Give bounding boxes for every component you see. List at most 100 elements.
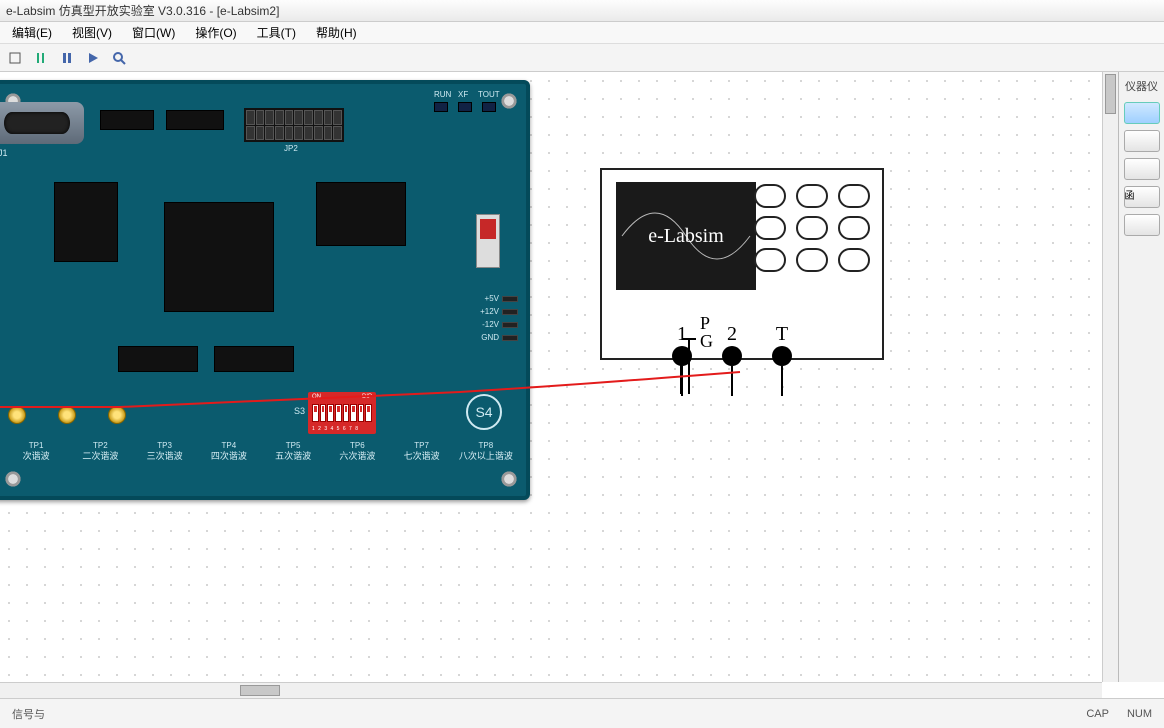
led-run-label: RUN [434, 90, 451, 99]
tp8-num: TP8 [454, 440, 518, 451]
toolbar-btn-1[interactable] [4, 47, 26, 69]
jack-icon[interactable] [722, 346, 742, 366]
scope-buttons [754, 184, 870, 272]
led-tout-icon [482, 102, 496, 112]
tp5-name: 五次谐波 [261, 451, 325, 462]
mounting-hole-icon [498, 468, 520, 490]
header-connector-icon[interactable] [244, 108, 344, 142]
panel-btn-4[interactable]: 函 [1124, 186, 1160, 208]
scope-knob-icon[interactable] [796, 216, 828, 240]
scope-knob-icon[interactable] [838, 184, 870, 208]
scope-port-t[interactable]: T [772, 323, 792, 396]
led-run-icon [434, 102, 448, 112]
panel-btn-3[interactable] [1124, 158, 1160, 180]
tp4-name: 四次谐波 [197, 451, 261, 462]
menu-help[interactable]: 帮助(H) [308, 22, 365, 43]
panel-btn-5[interactable] [1124, 214, 1160, 236]
serial-label: J1 [0, 148, 8, 158]
menu-view[interactable]: 视图(V) [64, 22, 120, 43]
menu-edit[interactable]: 编辑(E) [4, 22, 60, 43]
led-xf-icon [458, 102, 472, 112]
vertical-scrollbar[interactable] [1102, 72, 1118, 682]
scope-screen: e-Labsim [616, 182, 756, 290]
pin-gnd-label: GND [481, 333, 499, 342]
lead-icon [731, 366, 733, 396]
tp7-name: 七次谐波 [390, 451, 454, 462]
toolbar-play-icon[interactable] [82, 47, 104, 69]
toolbar-pause-icon[interactable] [56, 47, 78, 69]
testpoint-p2[interactable] [58, 406, 76, 424]
chip-small-icon [166, 110, 224, 130]
status-num: NUM [1127, 708, 1152, 720]
menu-operate[interactable]: 操作(O) [187, 22, 244, 43]
scope-knob-icon[interactable] [754, 184, 786, 208]
testpoint-p1[interactable] [8, 406, 26, 424]
scrollbar-thumb[interactable] [240, 685, 280, 696]
status-cap: CAP [1086, 708, 1109, 720]
tp2-num: TP2 [68, 440, 132, 451]
testpoint-labels: TP1次谐波 TP2二次谐波 TP3三次谐波 TP4四次谐波 TP5五次谐波 T… [0, 440, 526, 462]
window-title: e-Labsim 仿真型开放实验室 V3.0.316 - [e-Labsim2] [6, 2, 279, 19]
chip-dsp-icon [164, 202, 274, 312]
panel-btn-2[interactable] [1124, 130, 1160, 152]
slide-switch[interactable] [476, 214, 500, 268]
tp7-num: TP7 [390, 440, 454, 451]
horizontal-scrollbar[interactable] [0, 682, 1102, 698]
scope-knob-icon[interactable] [838, 216, 870, 240]
jack-icon[interactable] [672, 346, 692, 366]
pcb-board[interactable]: J1 RUN XF TOUT JP2 +5V +12V -12V GND OND… [0, 80, 530, 500]
scope-port-2[interactable]: 2 [722, 323, 742, 396]
scope-knob-icon[interactable] [754, 248, 786, 272]
pin-icon[interactable] [502, 322, 518, 328]
pin-icon[interactable] [502, 296, 518, 302]
scope-port-1[interactable]: 1 [672, 323, 692, 396]
tp3-name: 三次谐波 [133, 451, 197, 462]
tp1-name: 次谐波 [4, 451, 68, 462]
toolbar [0, 44, 1164, 72]
scope-knob-icon[interactable] [796, 248, 828, 272]
chip-small-icon [54, 182, 118, 262]
scrollbar-thumb[interactable] [1105, 74, 1116, 114]
scope-brand-label: e-Labsim [648, 225, 724, 248]
s4-label: S4 [475, 404, 492, 420]
chip-small-icon [214, 346, 294, 372]
jp2-label: JP2 [284, 144, 298, 153]
chip-small-icon [118, 346, 198, 372]
status-bar: 信号与 CAP NUM [0, 698, 1164, 728]
panel-btn-4-label: 函 [1125, 191, 1135, 202]
toolbar-btn-2[interactable] [30, 47, 52, 69]
chip-small-icon [100, 110, 154, 130]
menu-window[interactable]: 窗口(W) [124, 22, 183, 43]
led-xf-label: XF [458, 90, 468, 99]
serial-port-icon[interactable] [0, 102, 84, 144]
pin-icon[interactable] [502, 309, 518, 315]
mounting-hole-icon [498, 90, 520, 112]
led-tout-label: TOUT [478, 90, 500, 99]
canvas-workspace[interactable]: J1 RUN XF TOUT JP2 +5V +12V -12V GND OND… [0, 72, 1118, 682]
lead-icon [681, 366, 683, 396]
s4-button[interactable]: S4 [466, 394, 502, 430]
oscilloscope[interactable]: e-Labsim P G 1 2 T [600, 168, 884, 360]
tp8-name: 八次以上谐波 [454, 451, 518, 462]
tp4-num: TP4 [197, 440, 261, 451]
pin-icon[interactable] [502, 335, 518, 341]
scope-knob-icon[interactable] [838, 248, 870, 272]
menu-bar: 编辑(E) 视图(V) 窗口(W) 操作(O) 工具(T) 帮助(H) [0, 22, 1164, 44]
port-2-label: 2 [727, 323, 737, 346]
tp1-num: TP1 [4, 440, 68, 451]
dip-nums-label: 1 2 3 4 5 6 7 8 [312, 426, 359, 432]
right-panel-title: 仪器仪 [1123, 76, 1160, 96]
jack-icon[interactable] [772, 346, 792, 366]
pin-12v-label: +12V [480, 307, 499, 316]
pin-n12v-label: -12V [482, 320, 499, 329]
toolbar-zoom-icon[interactable] [108, 47, 130, 69]
tp6-num: TP6 [325, 440, 389, 451]
scope-knob-icon[interactable] [796, 184, 828, 208]
tp3-num: TP3 [133, 440, 197, 451]
dip-switch[interactable]: ONDIP 1 2 3 4 5 6 7 8 [308, 392, 376, 434]
testpoint-p3[interactable] [108, 406, 126, 424]
menu-tool[interactable]: 工具(T) [249, 22, 304, 43]
scope-knob-icon[interactable] [754, 216, 786, 240]
panel-btn-1[interactable] [1124, 102, 1160, 124]
port-t-label: T [776, 323, 788, 346]
